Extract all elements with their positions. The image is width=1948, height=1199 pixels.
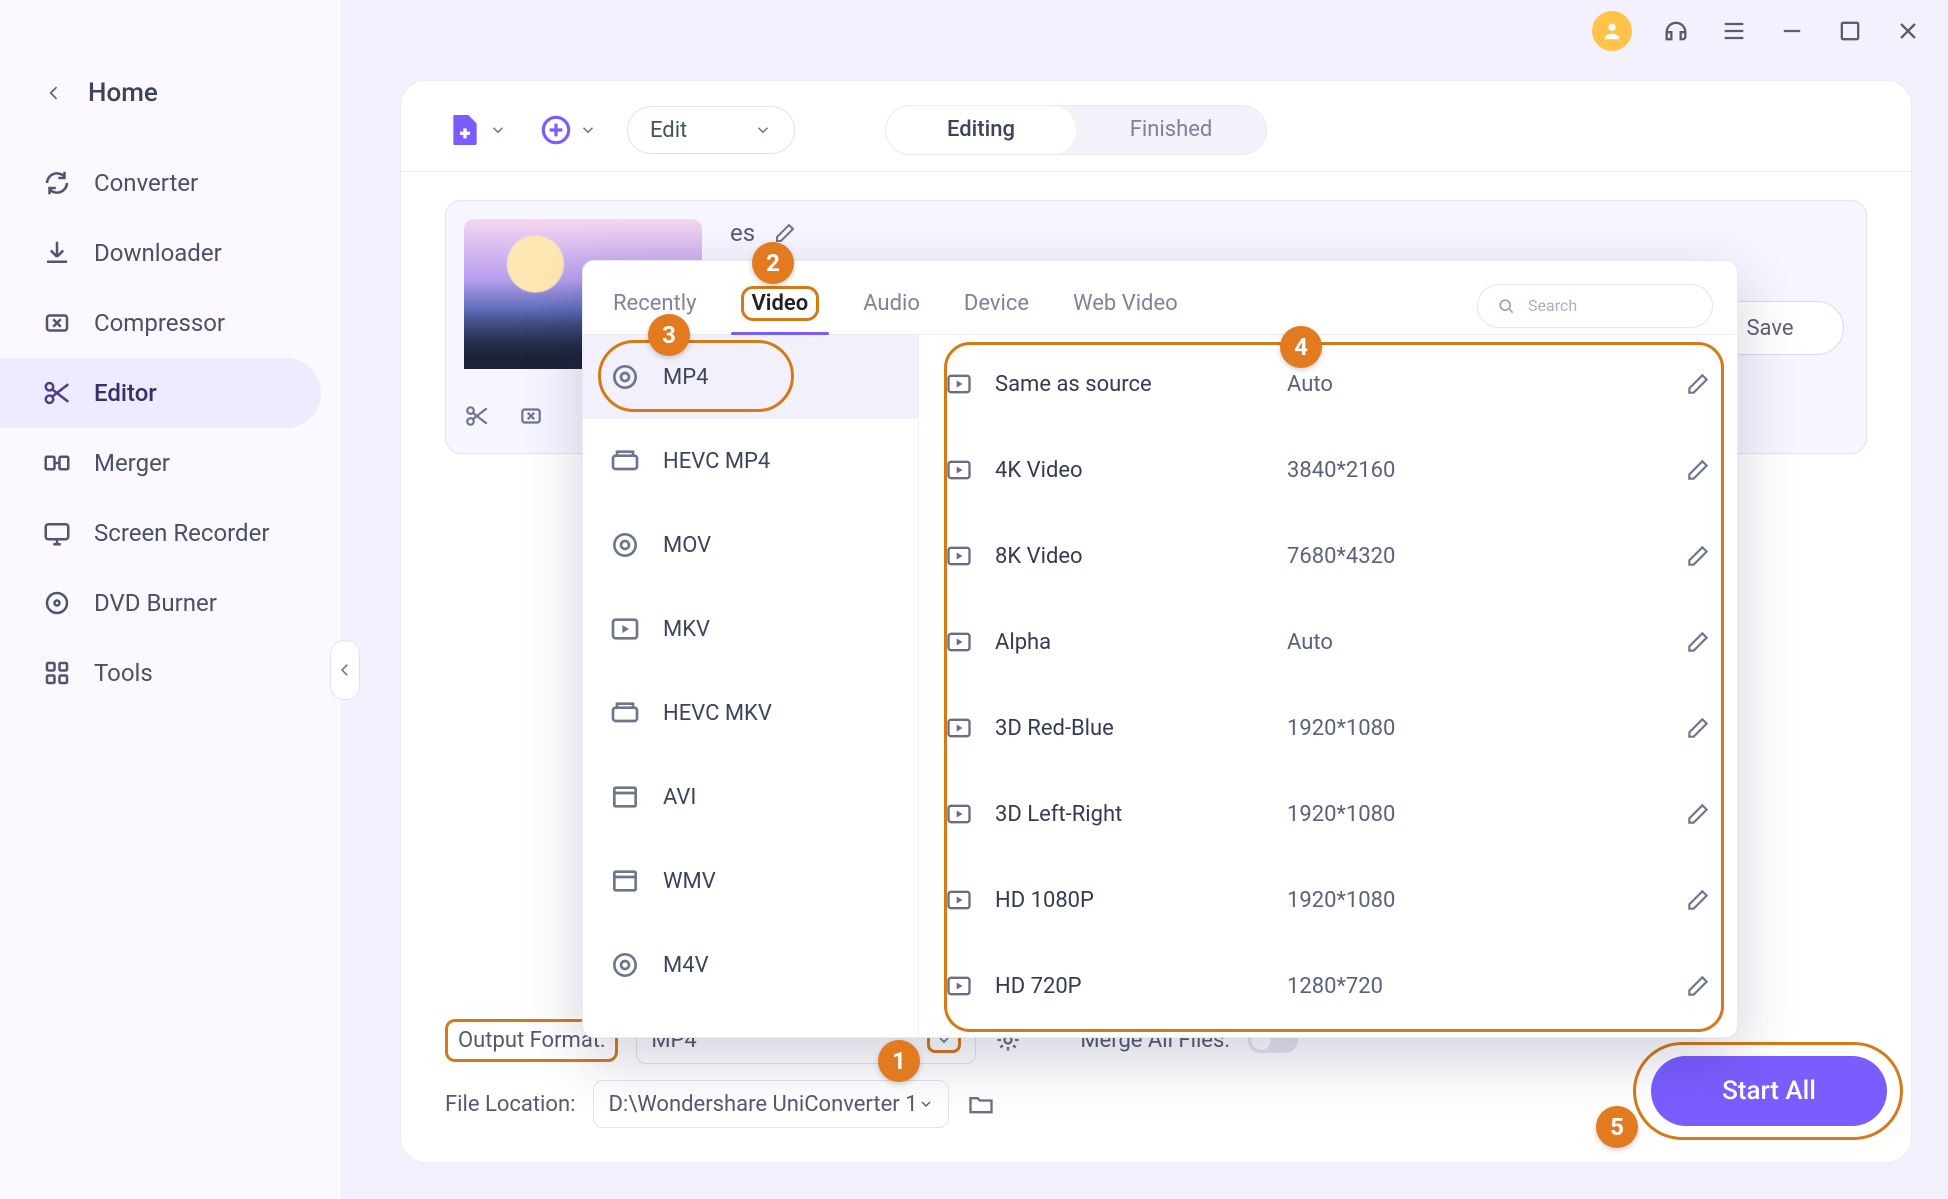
sidebar-item-label: Tools [94, 659, 153, 687]
home-button[interactable]: Home [0, 62, 341, 124]
file-location-select[interactable]: D:\Wondershare UniConverter 1 [593, 1080, 948, 1128]
format-item-m4v[interactable]: M4V [583, 923, 918, 1007]
step-badge-3: 3 [648, 314, 690, 356]
back-icon [44, 83, 64, 103]
dvd-icon [42, 588, 72, 618]
tab-video[interactable]: Video [735, 277, 826, 334]
close-icon[interactable] [1894, 17, 1922, 45]
sidebar-item-label: Screen Recorder [94, 519, 269, 547]
open-folder-icon[interactable] [967, 1090, 995, 1118]
trim-tool-icon[interactable] [464, 403, 490, 429]
sidebar-item-label: Compressor [94, 309, 225, 337]
minimize-icon[interactable] [1778, 17, 1806, 45]
sidebar-collapse-button[interactable] [330, 640, 360, 700]
format-label: AVI [663, 785, 696, 810]
hevc-icon [609, 445, 641, 477]
download-icon [42, 238, 72, 268]
tab-video-label: Video [741, 286, 820, 321]
tools-icon [42, 658, 72, 688]
format-item-hevc-mkv[interactable]: HEVC MKV [583, 671, 918, 755]
sidebar-item-merger[interactable]: Merger [0, 428, 321, 498]
merge-icon [42, 448, 72, 478]
format-label: WMV [663, 869, 716, 894]
format-label: HEVC MKV [663, 701, 772, 726]
sidebar-item-screen-recorder[interactable]: Screen Recorder [0, 498, 321, 568]
file-location-label: File Location: [445, 1092, 575, 1117]
tab-web-video[interactable]: Web Video [1067, 277, 1184, 334]
tab-finished[interactable]: Finished [1076, 106, 1266, 154]
format-item-mov[interactable]: MOV [583, 503, 918, 587]
format-item-mkv[interactable]: MKV [583, 587, 918, 671]
format-label: MOV [663, 533, 711, 558]
account-avatar[interactable] [1592, 11, 1632, 51]
annotation-ring [598, 340, 794, 412]
film-icon [609, 781, 641, 813]
sidebar-item-downloader[interactable]: Downloader [0, 218, 321, 288]
menu-icon[interactable] [1720, 17, 1748, 45]
start-all-button[interactable]: Start All [1651, 1056, 1887, 1126]
search-input[interactable]: Search [1477, 284, 1713, 328]
compress-icon [42, 308, 72, 338]
search-icon [1496, 296, 1516, 316]
toolbar: Edit Editing Finished [401, 81, 1911, 172]
format-item-avi[interactable]: AVI [583, 755, 918, 839]
format-label: HEVC MP4 [663, 449, 770, 474]
crop-tool-icon[interactable] [518, 403, 544, 429]
scissors-icon [42, 378, 72, 408]
converter-icon [42, 168, 72, 198]
clip-title: es [730, 219, 755, 247]
home-label: Home [88, 78, 158, 108]
disc-icon [609, 529, 641, 561]
sidebar-item-label: Merger [94, 449, 170, 477]
tab-editing[interactable]: Editing [886, 106, 1076, 154]
screen-icon [42, 518, 72, 548]
hevc-icon [609, 697, 641, 729]
tab-device[interactable]: Device [958, 277, 1035, 334]
sidebar-item-label: Downloader [94, 239, 222, 267]
save-label: Save [1746, 316, 1793, 341]
format-item-hevc-mp4[interactable]: HEVC MP4 [583, 419, 918, 503]
format-label: M4V [663, 953, 709, 978]
start-all-label: Start All [1722, 1076, 1816, 1106]
step-badge-5: 5 [1596, 1106, 1638, 1148]
add-file-button[interactable] [445, 110, 507, 150]
format-label: MKV [663, 617, 710, 642]
sidebar-item-dvd-burner[interactable]: DVD Burner [0, 568, 321, 638]
job-state-tabs: Editing Finished [885, 105, 1267, 155]
sidebar: Home Converter Downloader Compressor Edi… [0, 0, 342, 1199]
play-icon [609, 613, 641, 645]
format-item-wmv[interactable]: WMV [583, 839, 918, 923]
chevron-down-icon [918, 1096, 934, 1112]
film-icon [609, 865, 641, 897]
search-placeholder: Search [1528, 296, 1577, 315]
step-badge-4: 4 [1280, 326, 1322, 368]
format-list: MP4 HEVC MP4 MOV MKV HEVC MKV AVI [583, 335, 919, 1037]
chevron-down-icon [754, 121, 772, 139]
disc-icon [609, 949, 641, 981]
add-url-button[interactable] [537, 111, 597, 149]
sidebar-item-label: DVD Burner [94, 589, 217, 617]
sidebar-item-label: Converter [94, 169, 198, 197]
edit-mode-label: Edit [650, 118, 687, 143]
sidebar-item-compressor[interactable]: Compressor [0, 288, 321, 358]
maximize-icon[interactable] [1836, 17, 1864, 45]
file-location-value: D:\Wondershare UniConverter 1 [608, 1092, 917, 1117]
step-badge-2: 2 [752, 242, 794, 284]
sidebar-item-editor[interactable]: Editor [0, 358, 321, 428]
sidebar-item-tools[interactable]: Tools [0, 638, 321, 708]
support-icon[interactable] [1662, 17, 1690, 45]
sidebar-item-converter[interactable]: Converter [0, 148, 321, 218]
sidebar-item-label: Editor [94, 379, 157, 407]
annotation-ring [944, 342, 1724, 1032]
tab-audio[interactable]: Audio [857, 277, 926, 334]
step-badge-1: 1 [878, 1040, 920, 1082]
edit-mode-dropdown[interactable]: Edit [627, 106, 795, 154]
